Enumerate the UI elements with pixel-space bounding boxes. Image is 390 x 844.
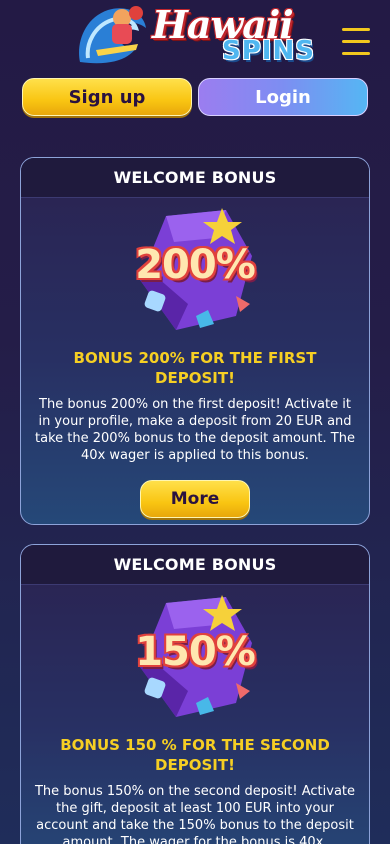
- bonus-card-heading: WELCOME BONUS: [21, 158, 369, 198]
- bonus-card-heading: WELCOME BONUS: [21, 545, 369, 585]
- site-logo[interactable]: Hawaii SPINS: [74, 2, 320, 72]
- header: Hawaii SPINS: [0, 0, 390, 76]
- auth-buttons: Sign up Login: [22, 78, 368, 118]
- bonus-percent: 200%: [135, 242, 256, 288]
- logo-word-spins: SPINS: [222, 36, 315, 66]
- bonus-card: WELCOME BONUS 200% BONUS 200% FOR THE FI…: [20, 157, 370, 525]
- menu-bar: [342, 40, 370, 43]
- surfer-wave-logo-icon: [79, 6, 146, 64]
- hamburger-menu-icon[interactable]: [342, 28, 372, 56]
- page: Hawaii SPINS Sign up Login WELCOME BONUS: [0, 0, 390, 844]
- bonus-title: BONUS 200% FOR THE FIRST DEPOSIT!: [73, 349, 317, 387]
- bonus-badge: 200%: [110, 202, 280, 342]
- bonus-percent: 150%: [135, 629, 256, 675]
- menu-bar: [342, 52, 370, 55]
- bonus-card: WELCOME BONUS 150% BONUS 150 % FOR THE S…: [20, 544, 370, 844]
- bonus-description: The bonus 200% on the first deposit! Act…: [35, 397, 355, 463]
- bonus-title: BONUS 150 % FOR THE SECOND DEPOSIT!: [60, 736, 330, 774]
- more-button[interactable]: More: [140, 480, 250, 518]
- login-button[interactable]: Login: [198, 78, 368, 116]
- bonus-badge: 150%: [110, 589, 280, 729]
- signup-button[interactable]: Sign up: [22, 78, 192, 116]
- bonus-description: The bonus 150% on the second deposit! Ac…: [34, 784, 356, 844]
- menu-bar: [342, 28, 370, 31]
